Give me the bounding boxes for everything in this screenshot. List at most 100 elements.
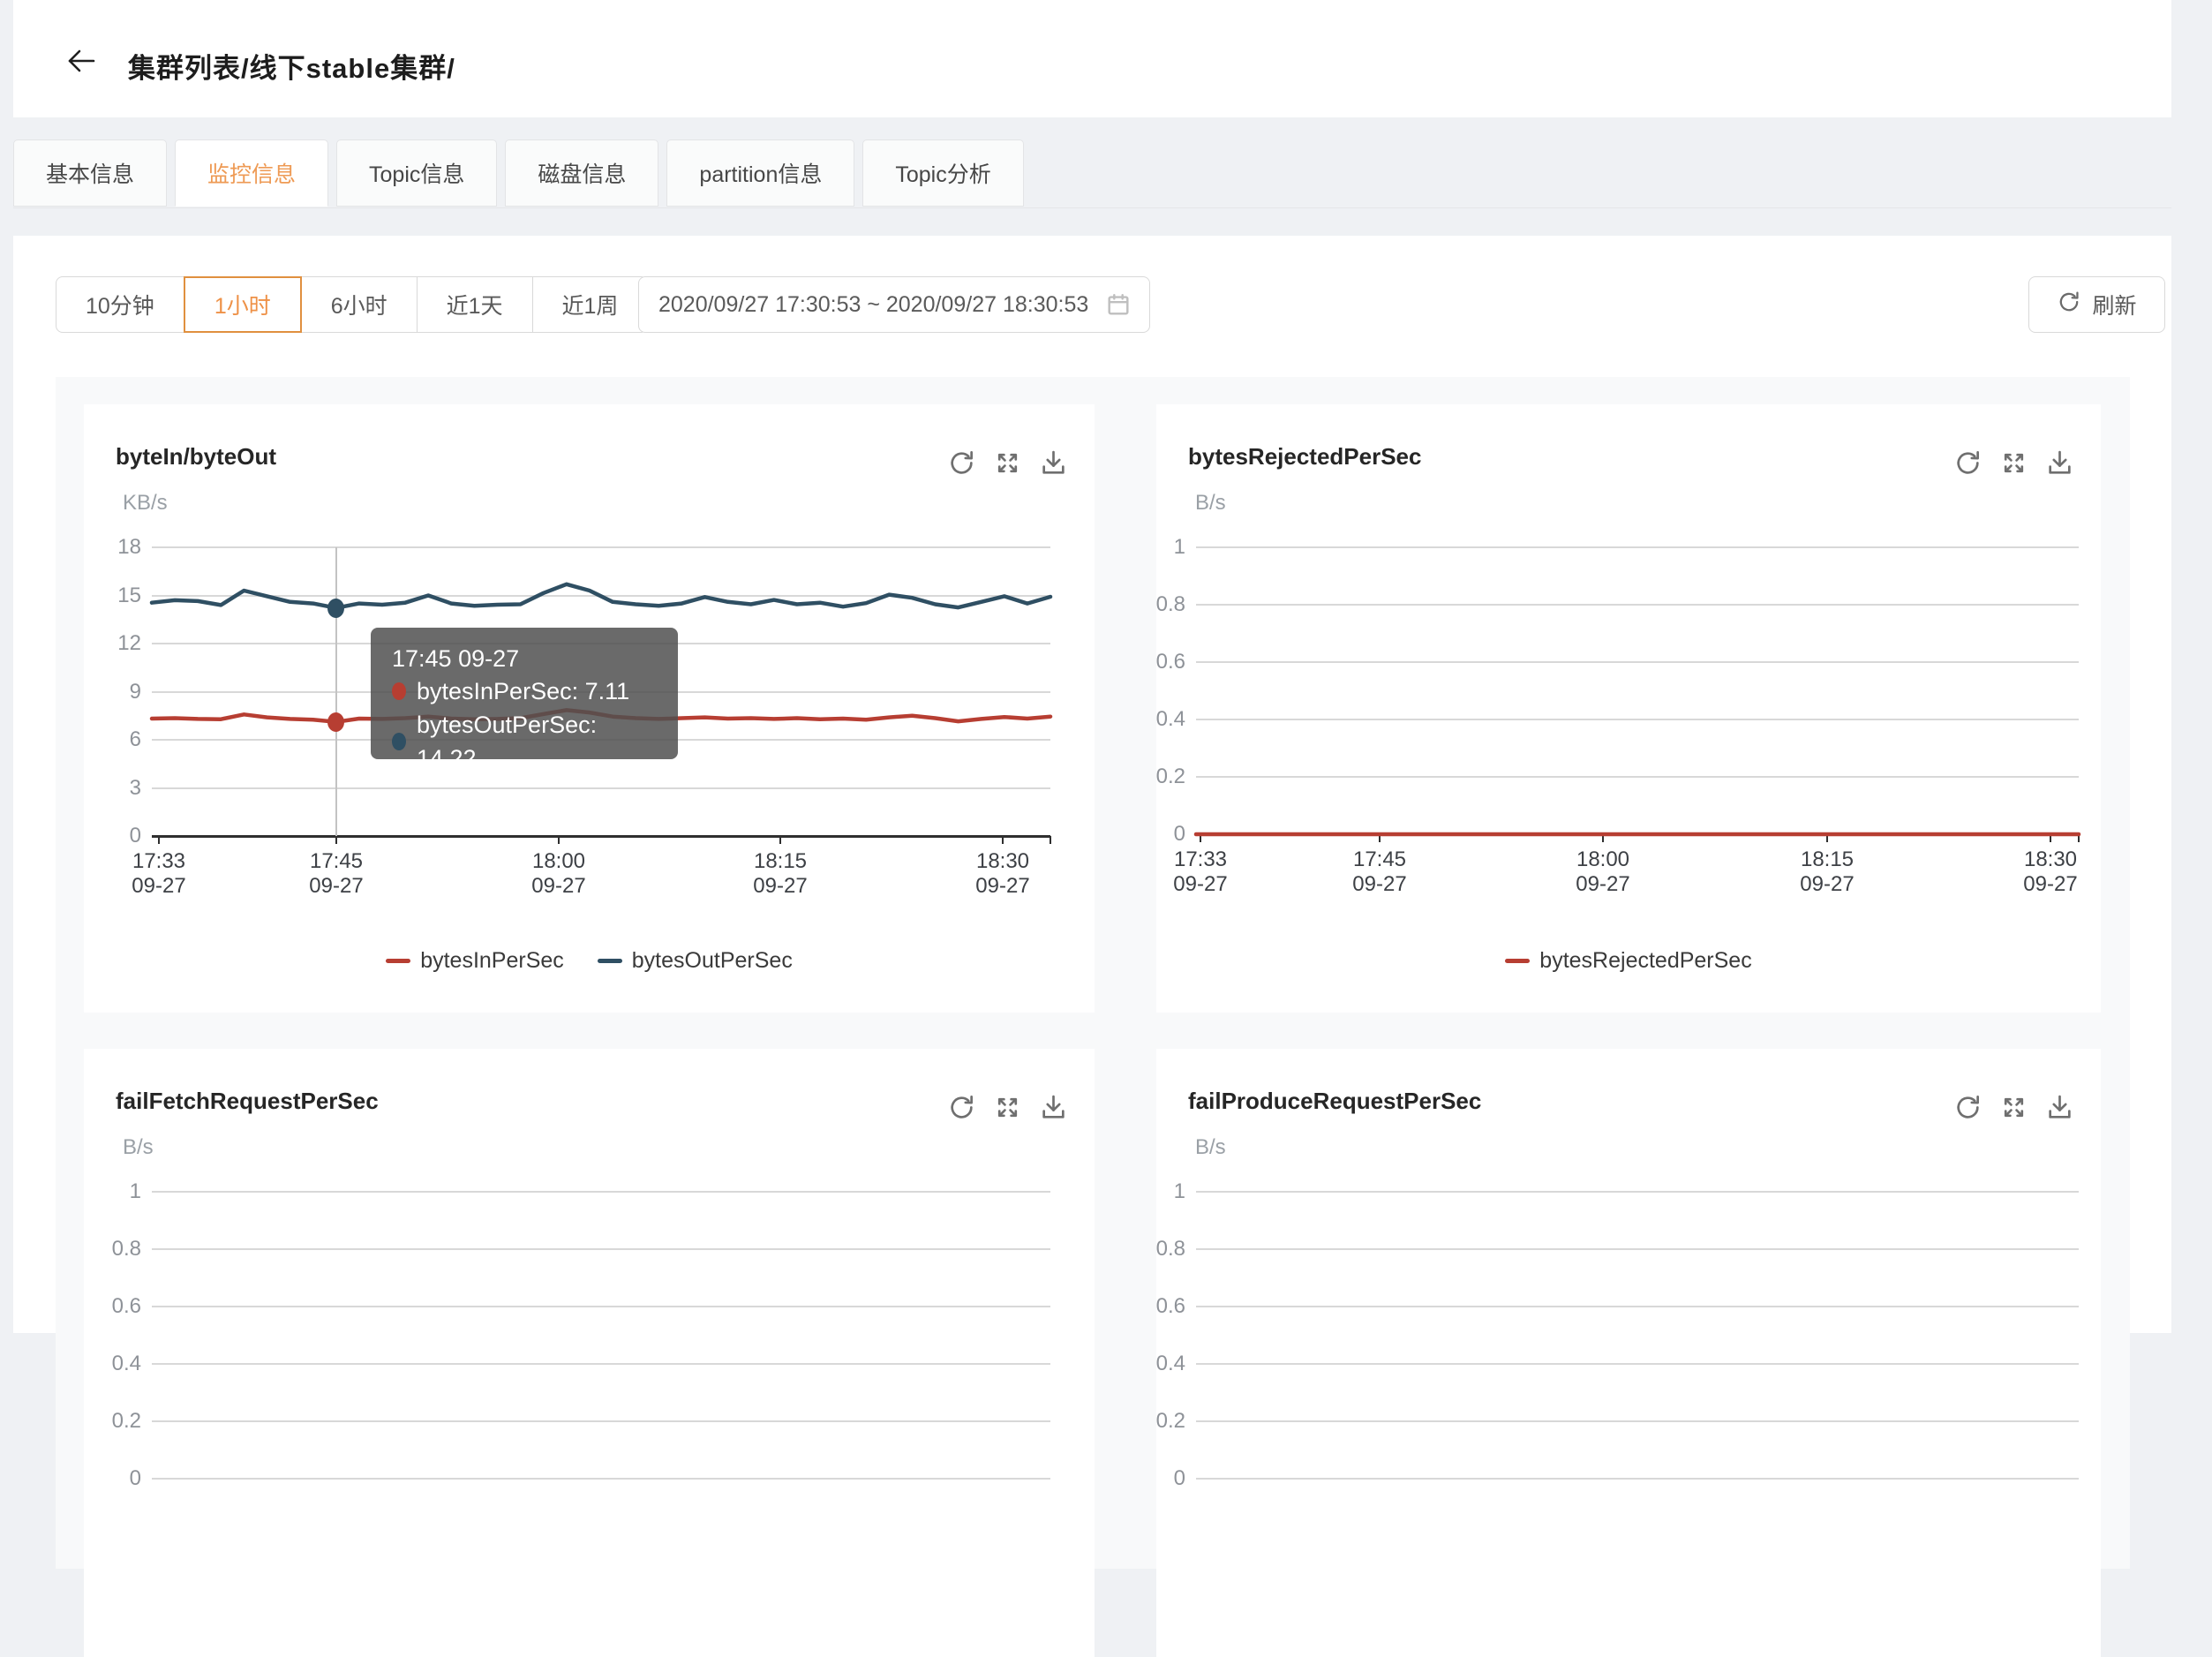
y-axis-unit: KB/s <box>123 490 168 516</box>
breadcrumb: 集群列表/线下stable集群/ <box>128 46 455 86</box>
tab-partition信息[interactable]: partition信息 <box>666 139 854 207</box>
chart-title: failFetchRequestPerSec <box>116 1086 379 1116</box>
y-axis-unit: B/s <box>1195 1134 1226 1161</box>
legend-item-bytesInPerSec[interactable]: bytesInPerSec <box>386 948 564 974</box>
tab-bar: 基本信息监控信息Topic信息磁盘信息partition信息Topic分析 <box>13 139 1024 208</box>
fullscreen-icon[interactable] <box>1999 1093 2028 1122</box>
chart-card-failFetch: failFetchRequestPerSecB/s10.80.60.40.20 <box>84 1049 1095 1657</box>
tab-监控信息[interactable]: 监控信息 <box>175 139 328 207</box>
time-range-10分钟[interactable]: 10分钟 <box>56 276 184 333</box>
time-range-1小时[interactable]: 1小时 <box>184 276 302 333</box>
x-tick-label: 18:0009-27 <box>1541 847 1665 897</box>
plot-area[interactable] <box>1196 547 2079 840</box>
legend-label: bytesInPerSec <box>420 948 564 974</box>
chart-legend: bytesRejectedPerSec <box>1156 948 2101 974</box>
y-axis-unit: B/s <box>123 1134 154 1161</box>
x-tick-label: 18:1509-27 <box>1765 847 1889 897</box>
x-tick-label: 17:3309-27 <box>1139 847 1262 897</box>
download-icon[interactable] <box>1039 1093 1068 1122</box>
y-axis-unit: B/s <box>1195 490 1226 516</box>
date-range-value: 2020/09/27 17:30:53 ~ 2020/09/27 18:30:5… <box>658 292 1105 318</box>
refresh-icon[interactable] <box>1953 1093 1983 1122</box>
fullscreen-icon[interactable] <box>993 1093 1022 1122</box>
refresh-icon[interactable] <box>947 1093 976 1122</box>
y-gridline <box>1196 1191 2079 1193</box>
time-range-近1天[interactable]: 近1天 <box>417 276 533 333</box>
series-bytesOutPerSec <box>152 584 1050 608</box>
chart-title: failProduceRequestPerSec <box>1188 1086 1481 1116</box>
tooltip-value: bytesOutPerSec: 14.22 <box>417 708 657 775</box>
y-tick-label: 0.6 <box>87 1296 141 1317</box>
legend-item-bytesOutPerSec[interactable]: bytesOutPerSec <box>598 948 793 974</box>
date-range-picker[interactable]: 2020/09/27 17:30:53 ~ 2020/09/27 18:30:5… <box>638 276 1150 333</box>
tab-Topic信息[interactable]: Topic信息 <box>336 139 497 207</box>
tooltip-row: bytesInPerSec: 7.11 <box>392 674 657 708</box>
y-gridline <box>152 1478 1050 1480</box>
refresh-icon[interactable] <box>1953 448 1983 478</box>
download-icon[interactable] <box>1039 448 1068 478</box>
y-gridline <box>152 1248 1050 1250</box>
refresh-icon[interactable] <box>947 448 976 478</box>
x-tick-label: 18:0009-27 <box>497 849 621 899</box>
y-gridline <box>1196 1363 2079 1365</box>
crosshair-dot-bytesInPerSec <box>327 712 344 732</box>
x-tick-label: 17:3309-27 <box>97 849 221 899</box>
y-tick-label: 0 <box>87 825 141 847</box>
y-gridline <box>1196 1478 2079 1480</box>
y-tick-label: 1 <box>1148 1181 1185 1202</box>
time-range-6小时[interactable]: 6小时 <box>301 276 418 333</box>
x-tick-label: 18:3009-27 <box>941 849 1065 899</box>
y-tick-label: 0.6 <box>1148 652 1185 673</box>
legend-label: bytesRejectedPerSec <box>1539 948 1751 974</box>
download-icon[interactable] <box>2045 1093 2074 1122</box>
chart-title: byteIn/byteOut <box>116 441 276 471</box>
y-tick-label: 0.4 <box>1148 1353 1185 1375</box>
calendar-icon <box>1105 291 1132 318</box>
x-tick-label: 18:3009-27 <box>1989 847 2112 897</box>
page-header: 集群列表/线下stable集群/ <box>13 0 2171 117</box>
y-tick-label: 0.6 <box>1148 1296 1185 1317</box>
y-tick-label: 12 <box>87 633 141 654</box>
y-tick-label: 6 <box>87 729 141 750</box>
y-tick-label: 18 <box>87 537 141 558</box>
legend-label: bytesOutPerSec <box>632 948 793 974</box>
back-arrow-icon[interactable] <box>64 44 103 83</box>
y-tick-label: 15 <box>87 585 141 606</box>
chart-card-failProduce: failProduceRequestPerSecB/s10.80.60.40.2… <box>1156 1049 2101 1657</box>
y-tick-label: 0.2 <box>87 1411 141 1432</box>
legend-dash-icon <box>1505 959 1530 963</box>
y-tick-label: 0.4 <box>87 1353 141 1375</box>
chart-title: bytesRejectedPerSec <box>1188 441 1421 471</box>
y-gridline <box>152 1420 1050 1422</box>
y-gridline <box>152 1191 1050 1193</box>
chart-action-icons <box>1953 448 2074 478</box>
y-tick-label: 0.4 <box>1148 709 1185 730</box>
tab-Topic分析[interactable]: Topic分析 <box>862 139 1023 207</box>
refresh-label: 刷新 <box>2092 289 2136 320</box>
y-tick-label: 1 <box>87 1181 141 1202</box>
legend-dash-icon <box>598 959 622 963</box>
time-range-近1周[interactable]: 近1周 <box>532 276 649 333</box>
y-gridline <box>152 1306 1050 1307</box>
y-tick-label: 0 <box>87 1468 141 1489</box>
legend-item-bytesRejectedPerSec[interactable]: bytesRejectedPerSec <box>1505 948 1751 974</box>
tab-磁盘信息[interactable]: 磁盘信息 <box>505 139 658 207</box>
x-tick-label: 17:4509-27 <box>275 849 398 899</box>
chart-legend: bytesInPerSec bytesOutPerSec <box>84 948 1095 974</box>
y-tick-label: 0.2 <box>1148 766 1185 787</box>
tab-基本信息[interactable]: 基本信息 <box>13 139 167 207</box>
y-gridline <box>152 1363 1050 1365</box>
chart-action-icons <box>947 448 1068 478</box>
y-tick-label: 0.8 <box>1148 1239 1185 1260</box>
x-tick-label: 17:4509-27 <box>1318 847 1441 897</box>
refresh-button[interactable]: 刷新 <box>2028 276 2165 333</box>
chart-tooltip: 17:45 09-27bytesInPerSec: 7.11bytesOutPe… <box>371 628 678 759</box>
y-tick-label: 0 <box>1148 824 1185 845</box>
chart-action-icons <box>947 1093 1068 1122</box>
fullscreen-icon[interactable] <box>993 448 1022 478</box>
fullscreen-icon[interactable] <box>1999 448 2028 478</box>
tooltip-row: bytesOutPerSec: 14.22 <box>392 708 657 775</box>
chart-card-bytesRejected: bytesRejectedPerSecB/s10.80.60.40.2017:3… <box>1156 404 2101 1013</box>
chart-action-icons <box>1953 1093 2074 1122</box>
download-icon[interactable] <box>2045 448 2074 478</box>
